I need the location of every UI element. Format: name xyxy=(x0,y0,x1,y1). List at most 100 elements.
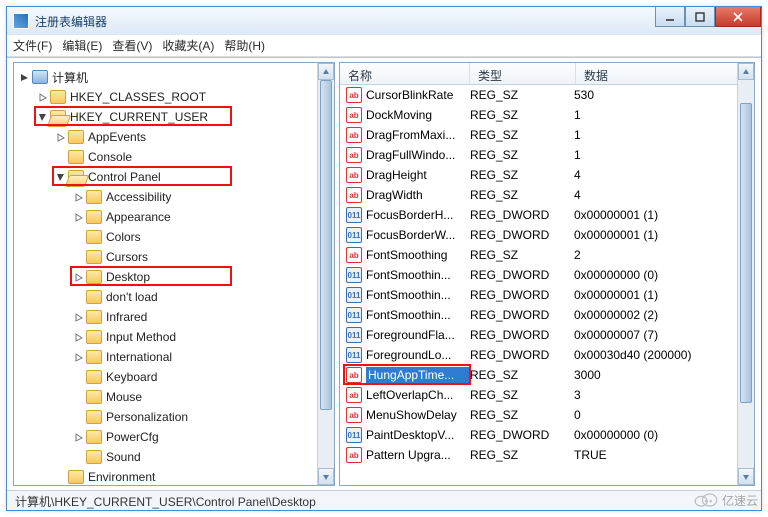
expand-icon[interactable] xyxy=(72,311,84,323)
menu-file[interactable]: 文件(F) xyxy=(13,37,52,54)
value-row[interactable]: abPattern Upgra...REG_SZTRUE xyxy=(340,445,737,465)
value-data: 4 xyxy=(574,168,737,182)
tree-node[interactable]: HKEY_CLASSES_ROOT xyxy=(14,87,334,107)
expand-icon[interactable] xyxy=(36,91,48,103)
minimize-button[interactable] xyxy=(655,7,685,27)
tree-node[interactable]: Desktop xyxy=(14,267,334,287)
tree-node[interactable]: Appearance xyxy=(14,207,334,227)
tree-label: Input Method xyxy=(106,330,176,344)
value-data: 0x00000001 (1) xyxy=(574,208,737,222)
close-button[interactable] xyxy=(715,7,761,27)
value-type: REG_SZ xyxy=(470,368,574,382)
value-row[interactable]: 011PaintDesktopV...REG_DWORD0x00000000 (… xyxy=(340,425,737,445)
col-name[interactable]: 名称 xyxy=(340,63,470,84)
expand-icon[interactable] xyxy=(72,431,84,443)
menu-help[interactable]: 帮助(H) xyxy=(224,37,265,54)
value-name: FontSmoothin... xyxy=(366,308,470,322)
tree-node[interactable]: Keyboard xyxy=(14,367,334,387)
tree-label: don't load xyxy=(106,290,158,304)
value-row[interactable]: abLeftOverlapCh...REG_SZ3 xyxy=(340,385,737,405)
col-type[interactable]: 类型 xyxy=(470,63,576,84)
string-value-icon: ab xyxy=(346,167,362,183)
binary-value-icon: 011 xyxy=(346,227,362,243)
expand-icon[interactable] xyxy=(72,331,84,343)
value-row[interactable]: abDragWidthREG_SZ4 xyxy=(340,185,737,205)
value-row[interactable]: abDockMovingREG_SZ1 xyxy=(340,105,737,125)
tree-node[interactable]: PowerCfg xyxy=(14,427,334,447)
tree-node[interactable]: International xyxy=(14,347,334,367)
tree-node[interactable]: AppEvents xyxy=(14,127,334,147)
value-data: 3000 xyxy=(574,368,737,382)
folder-icon xyxy=(86,290,102,304)
tree-node[interactable]: Console xyxy=(14,147,334,167)
values-list[interactable]: abCursorBlinkRateREG_SZ530abDockMovingRE… xyxy=(340,85,737,485)
list-scrollbar[interactable] xyxy=(737,63,754,485)
expand-icon[interactable] xyxy=(54,131,66,143)
tree-node[interactable]: Control Panel xyxy=(14,167,334,187)
folder-icon xyxy=(86,430,102,444)
tree-node[interactable]: HKEY_CURRENT_USER xyxy=(14,107,334,127)
tree-label: International xyxy=(106,350,172,364)
scrollbar-thumb[interactable] xyxy=(740,103,752,403)
value-data: 4 xyxy=(574,188,737,202)
scroll-up-button[interactable] xyxy=(318,63,334,80)
value-row[interactable]: 011FontSmoothin...REG_DWORD0x00000001 (1… xyxy=(340,285,737,305)
tree-node[interactable]: Accessibility xyxy=(14,187,334,207)
value-row[interactable]: abCursorBlinkRateREG_SZ530 xyxy=(340,85,737,105)
tree-node[interactable]: Personalization xyxy=(14,407,334,427)
collapse-icon[interactable] xyxy=(18,71,30,83)
window-controls xyxy=(655,7,761,27)
expand-icon[interactable] xyxy=(72,211,84,223)
value-row[interactable]: 011FocusBorderH...REG_DWORD0x00000001 (1… xyxy=(340,205,737,225)
tree-node[interactable]: Cursors xyxy=(14,247,334,267)
collapse-icon[interactable] xyxy=(54,171,66,183)
maximize-button[interactable] xyxy=(685,7,715,27)
value-row[interactable]: 011FontSmoothin...REG_DWORD0x00000000 (0… xyxy=(340,265,737,285)
tree-node[interactable]: Environment xyxy=(14,467,334,486)
folder-icon xyxy=(68,170,84,184)
value-name: DragWidth xyxy=(366,188,470,202)
titlebar[interactable]: 注册表编辑器 xyxy=(7,7,761,35)
value-row[interactable]: 011FocusBorderW...REG_DWORD0x00000001 (1… xyxy=(340,225,737,245)
value-row[interactable]: abFontSmoothingREG_SZ2 xyxy=(340,245,737,265)
value-data: 0x00000000 (0) xyxy=(574,428,737,442)
expand-icon[interactable] xyxy=(72,191,84,203)
value-name: Pattern Upgra... xyxy=(366,448,470,462)
col-data[interactable]: 数据 xyxy=(576,63,754,84)
tree-node[interactable]: Input Method xyxy=(14,327,334,347)
tree-node[interactable]: Colors xyxy=(14,227,334,247)
scroll-up-button[interactable] xyxy=(738,63,754,80)
value-row[interactable]: abMenuShowDelayREG_SZ0 xyxy=(340,405,737,425)
tree-node[interactable]: Infrared xyxy=(14,307,334,327)
menu-favorites[interactable]: 收藏夹(A) xyxy=(162,37,214,54)
registry-tree[interactable]: 计算机HKEY_CLASSES_ROOTHKEY_CURRENT_USERApp… xyxy=(14,63,334,486)
value-name: DragFullWindo... xyxy=(366,148,470,162)
tree-node-root[interactable]: 计算机 xyxy=(14,67,334,87)
value-row[interactable]: 011ForegroundFla...REG_DWORD0x00000007 (… xyxy=(340,325,737,345)
value-type: REG_DWORD xyxy=(470,308,574,322)
tree-label: Console xyxy=(88,150,132,164)
tree-scrollbar[interactable] xyxy=(317,63,334,485)
value-row[interactable]: abDragFromMaxi...REG_SZ1 xyxy=(340,125,737,145)
tree-node[interactable]: don't load xyxy=(14,287,334,307)
value-row[interactable]: 011ForegroundLo...REG_DWORD0x00030d40 (2… xyxy=(340,345,737,365)
value-type: REG_SZ xyxy=(470,448,574,462)
tree-node[interactable]: Sound xyxy=(14,447,334,467)
folder-icon xyxy=(86,210,102,224)
expand-icon[interactable] xyxy=(72,271,84,283)
value-row[interactable]: abDragFullWindo...REG_SZ1 xyxy=(340,145,737,165)
scrollbar-thumb[interactable] xyxy=(320,80,332,410)
scroll-down-button[interactable] xyxy=(738,468,754,485)
tree-node[interactable]: Mouse xyxy=(14,387,334,407)
scroll-down-button[interactable] xyxy=(318,468,334,485)
menu-edit[interactable]: 编辑(E) xyxy=(62,37,102,54)
value-row[interactable]: abHungAppTime...REG_SZ3000 xyxy=(340,365,737,385)
collapse-icon[interactable] xyxy=(36,111,48,123)
value-data: 2 xyxy=(574,248,737,262)
expand-icon[interactable] xyxy=(72,351,84,363)
menu-view[interactable]: 查看(V) xyxy=(112,37,152,54)
value-name: CursorBlinkRate xyxy=(366,88,470,102)
value-row[interactable]: abDragHeightREG_SZ4 xyxy=(340,165,737,185)
value-row[interactable]: 011FontSmoothin...REG_DWORD0x00000002 (2… xyxy=(340,305,737,325)
folder-icon xyxy=(86,390,102,404)
